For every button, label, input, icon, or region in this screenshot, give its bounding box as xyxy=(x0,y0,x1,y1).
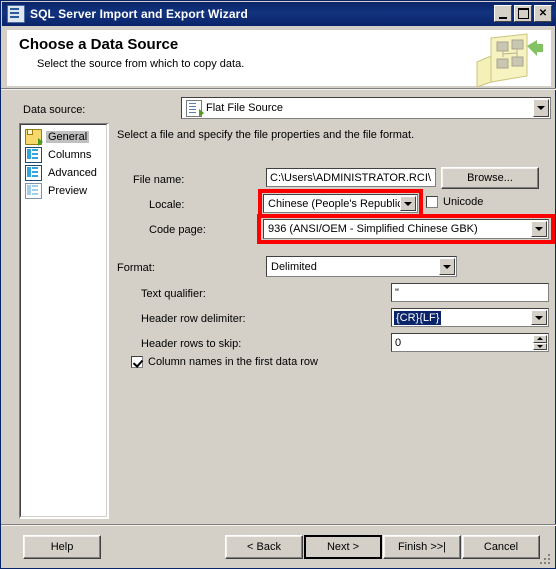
grid-icon xyxy=(25,165,42,181)
file-name-label: File name: xyxy=(133,174,185,186)
data-source-value: Flat File Source xyxy=(206,102,284,114)
flat-file-source-icon xyxy=(186,99,204,117)
browse-button[interactable]: Browse... xyxy=(441,167,539,189)
sidebar-item-general[interactable]: General xyxy=(25,129,90,146)
cancel-button[interactable]: Cancel xyxy=(462,535,540,559)
locale-value: Chinese (People's Republic xyxy=(268,197,403,210)
sidebar-item-advanced[interactable]: Advanced xyxy=(25,165,99,181)
header-rows-to-skip-stepper[interactable]: 0 xyxy=(391,333,549,352)
help-button[interactable]: Help xyxy=(23,535,101,559)
back-button[interactable]: < Back xyxy=(225,535,303,559)
stepper-up-icon[interactable] xyxy=(533,335,547,343)
wizard-nav-panel: General Columns Advanced Preview xyxy=(19,123,109,519)
wizard-window: SQL Server Import and Export Wizard ✕ Ch… xyxy=(0,0,556,569)
finish-button-label: Finish >>| xyxy=(397,541,447,553)
unicode-label: Unicode xyxy=(443,196,484,208)
sidebar-item-label: Advanced xyxy=(48,167,97,179)
column-names-checkbox-row[interactable]: Column names in the first data row xyxy=(131,356,318,368)
data-source-label: Data source: xyxy=(23,104,86,116)
chevron-down-icon[interactable] xyxy=(439,258,455,275)
code-page-value: 936 (ANSI/OEM - Simplified Chinese GBK) xyxy=(268,223,478,235)
page-title: Choose a Data Source xyxy=(19,36,179,53)
page-banner: Choose a Data Source Select the source f… xyxy=(6,29,552,87)
folder-icon xyxy=(25,129,43,146)
instruction-text: Select a file and specify the file prope… xyxy=(117,129,415,141)
file-name-value: C:\Users\ADMINISTRATOR.RCI\ xyxy=(270,171,431,184)
header-row-delimiter-value: {CR}{LF} xyxy=(394,310,442,325)
header-rows-to-skip-label: Header rows to skip: xyxy=(141,338,242,350)
locale-dropdown[interactable]: Chinese (People's Republic xyxy=(263,194,418,213)
title-bar: SQL Server Import and Export Wizard ✕ xyxy=(2,2,556,26)
text-qualifier-value: " xyxy=(395,286,399,299)
next-button-label: Next > xyxy=(326,541,360,553)
grid-light-icon xyxy=(25,183,42,199)
chevron-down-icon[interactable] xyxy=(531,310,547,325)
banner-separator-light xyxy=(1,89,556,90)
close-button[interactable]: ✕ xyxy=(534,5,552,22)
header-rows-to-skip-value: 0 xyxy=(395,336,402,349)
wizard-window-icon xyxy=(7,5,25,23)
resize-grip[interactable] xyxy=(540,554,552,566)
code-page-label: Code page: xyxy=(149,224,206,236)
minimize-button[interactable] xyxy=(494,5,512,22)
help-button-label: Help xyxy=(50,541,74,553)
unicode-checkbox[interactable] xyxy=(426,196,438,208)
window-title: SQL Server Import and Export Wizard xyxy=(30,7,248,21)
chevron-down-icon[interactable] xyxy=(531,221,547,237)
chevron-down-icon[interactable] xyxy=(533,99,549,117)
header-row-delimiter-dropdown[interactable]: {CR}{LF} xyxy=(391,308,549,327)
data-source-dropdown[interactable]: Flat File Source xyxy=(181,97,551,119)
locale-label: Locale: xyxy=(149,199,185,211)
column-names-label: Column names in the first data row xyxy=(148,356,318,368)
text-qualifier-label: Text qualifier: xyxy=(141,288,206,300)
file-name-input[interactable]: C:\Users\ADMINISTRATOR.RCI\ xyxy=(266,168,436,187)
close-icon: ✕ xyxy=(538,8,548,19)
header-row-delimiter-label: Header row delimiter: xyxy=(141,313,246,325)
sidebar-item-label: Columns xyxy=(48,149,92,161)
text-qualifier-input[interactable]: " xyxy=(391,283,549,302)
stepper-down-icon[interactable] xyxy=(533,342,547,350)
sidebar-item-label: Preview xyxy=(48,185,88,197)
format-label: Format: xyxy=(117,262,155,274)
next-button[interactable]: Next > xyxy=(304,535,382,559)
stepper-buttons[interactable] xyxy=(533,335,547,350)
sidebar-item-columns[interactable]: Columns xyxy=(25,147,93,163)
sidebar-item-label: General xyxy=(46,131,90,143)
back-button-label: < Back xyxy=(247,541,281,553)
grid-icon xyxy=(25,147,42,163)
unicode-checkbox-row[interactable]: Unicode xyxy=(426,196,483,208)
maximize-button[interactable] xyxy=(514,5,532,22)
column-names-checkbox[interactable] xyxy=(131,356,143,368)
sidebar-item-preview[interactable]: Preview xyxy=(25,183,89,199)
code-page-dropdown[interactable]: 936 (ANSI/OEM - Simplified Chinese GBK) xyxy=(263,219,549,239)
data-flow-panel-icon xyxy=(476,33,543,87)
footer-separator-light xyxy=(1,525,556,526)
window-controls: ✕ xyxy=(494,5,552,22)
finish-button[interactable]: Finish >>| xyxy=(383,535,461,559)
format-value: Delimited xyxy=(271,260,317,273)
chevron-down-icon[interactable] xyxy=(400,196,416,211)
cancel-button-label: Cancel xyxy=(483,541,519,553)
format-dropdown[interactable]: Delimited xyxy=(266,256,457,277)
page-subtitle: Select the source from which to copy dat… xyxy=(37,58,245,70)
browse-button-label: Browse... xyxy=(467,172,513,184)
